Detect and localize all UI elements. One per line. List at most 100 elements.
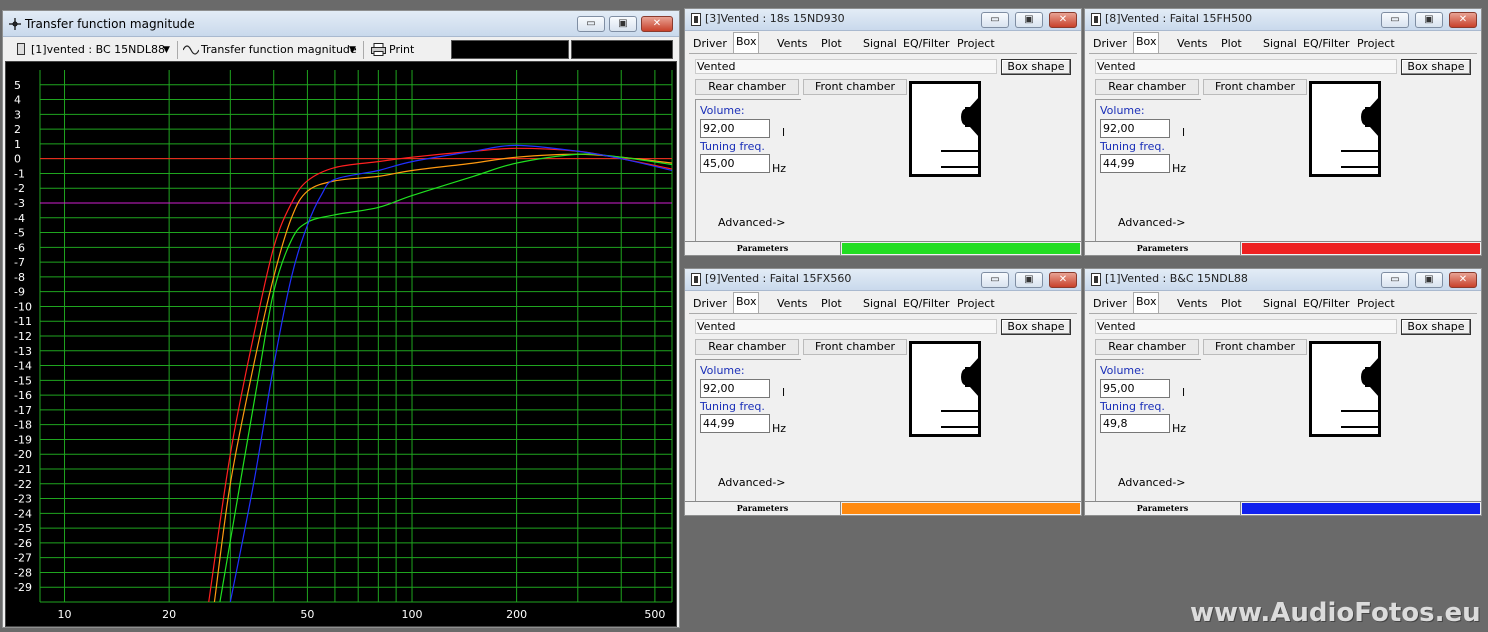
chevron-down-icon[interactable]: ▼ [349,41,356,59]
speaker-window-4: [1]Vented : B&C 15NDL88 ▭ ▣ ✕ Driver Box V… [1084,268,1482,516]
box-type-field[interactable]: Vented [695,319,997,334]
minimize-button[interactable]: ▭ [981,12,1009,28]
transfer-function-window: Transfer function magnitude ▭ ▣ ✕ [1]ven… [2,10,680,628]
title-bar[interactable]: Transfer function magnitude ▭ ▣ ✕ [3,11,679,37]
color-indicator-bar [1242,503,1480,514]
close-button[interactable]: ✕ [1049,272,1077,288]
tab-driver[interactable]: Driver [1091,35,1129,53]
tab-eqfilter[interactable]: EQ/Filter [1301,295,1352,313]
volume-input[interactable]: 95,00 [1100,379,1170,398]
crosshair-icon [9,18,21,30]
box-type-field[interactable]: Vented [1095,59,1397,74]
y-tick-label: -1 [14,167,25,180]
minimize-button[interactable]: ▭ [577,16,605,32]
view-select[interactable]: Transfer function magnitude [201,41,357,59]
tab-vents[interactable]: Vents [775,35,809,53]
title-bar[interactable]: [1]Vented : B&C 15NDL88 ▭ ▣ ✕ [1085,269,1481,291]
tab-plot[interactable]: Plot [1219,35,1244,53]
rear-chamber-button[interactable]: Rear chamber [695,79,799,95]
tab-eqfilter[interactable]: EQ/Filter [901,35,952,53]
tab-project[interactable]: Project [1355,35,1397,53]
y-tick-label: -5 [14,227,25,240]
maximize-button[interactable]: ▣ [609,16,637,32]
box-shape-button[interactable]: Box shape [1401,59,1471,75]
tab-signal[interactable]: Signal [1261,35,1299,53]
title-bar[interactable]: [3]Vented : 18s 15ND930 ▭ ▣ ✕ [685,9,1081,31]
close-button[interactable]: ✕ [1049,12,1077,28]
tab-plot[interactable]: Plot [1219,295,1244,313]
tab-eqfilter[interactable]: EQ/Filter [1301,35,1352,53]
minimize-button[interactable]: ▭ [1381,272,1409,288]
tab-box[interactable]: Box [733,32,760,53]
box-shape-button[interactable]: Box shape [1001,319,1071,335]
advanced-link[interactable]: Advanced-> [718,216,786,229]
tab-project[interactable]: Project [1355,295,1397,313]
tab-eqfilter[interactable]: EQ/Filter [901,295,952,313]
series-line-1 [208,147,672,602]
tab-driver[interactable]: Driver [1091,295,1129,313]
y-tick-label: -22 [14,478,32,491]
box-type-field[interactable]: Vented [695,59,997,74]
tab-signal[interactable]: Signal [861,35,899,53]
maximize-button[interactable]: ▣ [1415,272,1443,288]
print-button[interactable]: Print [389,41,414,59]
close-button[interactable]: ✕ [1449,272,1477,288]
rear-chamber-button[interactable]: Rear chamber [1095,79,1199,95]
advanced-link[interactable]: Advanced-> [718,476,786,489]
series-line-3 [219,153,672,602]
volume-input[interactable]: 92,00 [700,119,770,138]
tab-vents[interactable]: Vents [775,295,809,313]
box-shape-button[interactable]: Box shape [1001,59,1071,75]
tab-box[interactable]: Box [1133,32,1160,53]
printer-icon[interactable] [371,43,386,56]
driver-select[interactable]: [1]vented : BC 15NDL88 [31,41,165,59]
tab-plot[interactable]: Plot [819,295,844,313]
close-button[interactable]: ✕ [641,16,673,32]
tab-signal[interactable]: Signal [1261,295,1299,313]
x-tick-label: 500 [644,608,665,621]
tab-driver[interactable]: Driver [691,295,729,313]
chevron-down-icon[interactable]: ▼ [163,41,170,59]
y-tick-label: 3 [14,108,21,121]
advanced-link[interactable]: Advanced-> [1118,476,1186,489]
tuning-input[interactable]: 44,99 [700,414,770,433]
tab-vents[interactable]: Vents [1175,295,1209,313]
volume-unit: l [1182,386,1186,399]
tab-box[interactable]: Box [1133,292,1160,313]
box-shape-button[interactable]: Box shape [1401,319,1471,335]
front-chamber-button[interactable]: Front chamber [803,339,907,355]
tuning-input[interactable]: 49,8 [1100,414,1170,433]
tab-project[interactable]: Project [955,295,997,313]
volume-input[interactable]: 92,00 [700,379,770,398]
parameters-panel: Volume: 92,00 l Tuning freq. 44,99 Hz Ad… [1095,99,1201,241]
advanced-link[interactable]: Advanced-> [1118,216,1186,229]
front-chamber-button[interactable]: Front chamber [1203,79,1307,95]
close-button[interactable]: ✕ [1449,12,1477,28]
title-bar[interactable]: [8]Vented : Faital 15FH500 ▭ ▣ ✕ [1085,9,1481,31]
box-diagram-icon [1309,81,1381,177]
tab-signal[interactable]: Signal [861,295,899,313]
tab-box[interactable]: Box [733,292,760,313]
tab-project[interactable]: Project [955,35,997,53]
box-type-field[interactable]: Vented [1095,319,1397,334]
tuning-input[interactable]: 45,00 [700,154,770,173]
tab-vents[interactable]: Vents [1175,35,1209,53]
front-chamber-button[interactable]: Front chamber [803,79,907,95]
minimize-button[interactable]: ▭ [1381,12,1409,28]
parameters-panel: Volume: 92,00 l Tuning freq. 44,99 Hz Ad… [695,359,801,501]
rear-chamber-button[interactable]: Rear chamber [1095,339,1199,355]
tab-driver[interactable]: Driver [691,35,729,53]
tuning-input[interactable]: 44,99 [1100,154,1170,173]
status-bar: Parameters [685,241,1081,255]
rear-chamber-button[interactable]: Rear chamber [695,339,799,355]
transfer-function-chart[interactable]: 5 4 3 2 1 0 -1 -2 -3 -4 -5 -6 -7 -8 -9 -10 -11 -12 -13 -14-… [5,61,677,627]
volume-label: Volume: [1100,364,1145,377]
maximize-button[interactable]: ▣ [1015,12,1043,28]
maximize-button[interactable]: ▣ [1015,272,1043,288]
front-chamber-button[interactable]: Front chamber [1203,339,1307,355]
title-bar[interactable]: [9]Vented : Faital 15FX560 ▭ ▣ ✕ [685,269,1081,291]
maximize-button[interactable]: ▣ [1415,12,1443,28]
tab-plot[interactable]: Plot [819,35,844,53]
volume-input[interactable]: 92,00 [1100,119,1170,138]
minimize-button[interactable]: ▭ [981,272,1009,288]
